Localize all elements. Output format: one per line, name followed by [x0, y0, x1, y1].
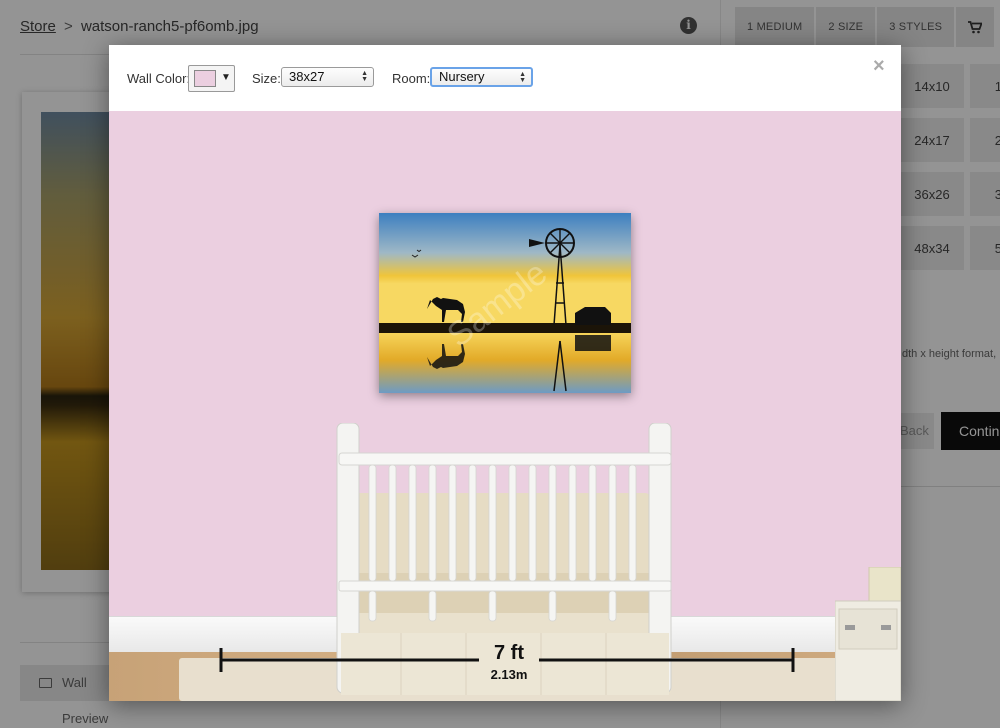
artwork-preview: Sample: [379, 213, 631, 393]
wall-color-swatch: [194, 70, 216, 87]
select-arrows-icon: ▲ ▼: [361, 70, 368, 83]
close-icon[interactable]: ×: [873, 55, 885, 78]
room-label: Room:: [392, 71, 431, 86]
select-arrows-icon: ▲ ▼: [519, 71, 526, 84]
artwork-image: Sample: [379, 213, 631, 393]
modal-toolbar: Wall Color: ▼ Size: 38x27 ▲ ▼ Room: Nurse…: [109, 45, 901, 111]
wall-color-label: Wall Color:: [127, 71, 191, 86]
measure-feet: 7 ft: [494, 642, 524, 664]
dropdown-arrow-icon: ▼: [221, 72, 231, 83]
wall-color-picker[interactable]: ▼: [188, 65, 235, 92]
toy-chest-image: [835, 567, 901, 701]
measure-meters: 2.13m: [490, 667, 528, 682]
size-select-value: 38x27: [289, 69, 325, 84]
room-select-value: Nursery: [439, 69, 485, 84]
room-select[interactable]: Nursery ▲ ▼: [430, 67, 533, 87]
size-label: Size:: [252, 71, 281, 86]
size-select[interactable]: 38x27 ▲ ▼: [281, 67, 374, 87]
room-scene: Sample 7 ft 2.13m: [109, 111, 901, 701]
wall-preview-modal: Wall Color: ▼ Size: 38x27 ▲ ▼ Room: Nurse…: [109, 45, 901, 701]
